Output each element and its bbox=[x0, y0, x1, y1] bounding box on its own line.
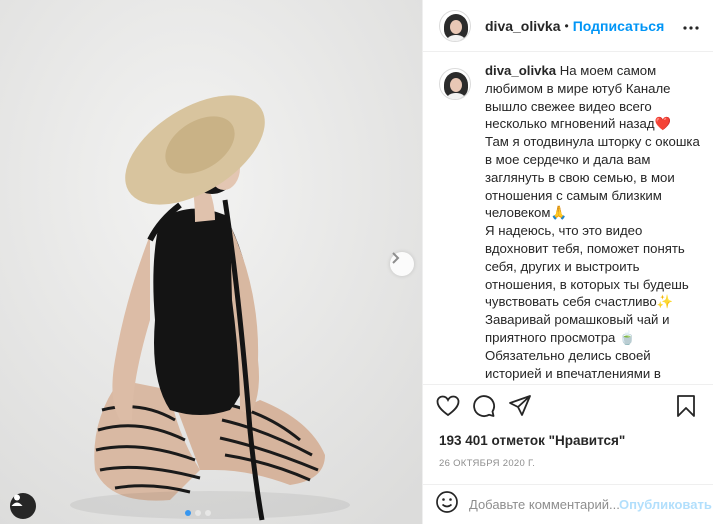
smiley-icon bbox=[435, 490, 459, 519]
carousel-dot bbox=[195, 510, 201, 516]
follow-button[interactable]: Подписаться bbox=[573, 18, 665, 34]
post-side-panel: diva_olivka • Подписаться diva_olivka На… bbox=[422, 0, 713, 524]
post-header: diva_olivka • Подписаться bbox=[423, 0, 713, 52]
likes-count[interactable]: 193 401 отметок "Нравится" bbox=[439, 433, 625, 448]
ellipsis-icon bbox=[683, 17, 699, 35]
heart-icon bbox=[436, 395, 460, 422]
avatar[interactable] bbox=[439, 9, 471, 42]
post-caption: diva_olivka На моем самом любимом в мире… bbox=[439, 62, 709, 382]
comment-button[interactable] bbox=[471, 394, 497, 423]
next-slide-button[interactable] bbox=[390, 252, 414, 276]
comment-icon bbox=[472, 394, 496, 423]
caption-body: На моем самом любимом в мире ютуб Канале… bbox=[485, 63, 700, 381]
username-link[interactable]: diva_olivka bbox=[485, 18, 561, 34]
separator-dot: • bbox=[564, 18, 569, 33]
share-button[interactable] bbox=[507, 394, 533, 423]
action-bar bbox=[423, 384, 713, 432]
carousel-dot bbox=[185, 510, 191, 516]
emoji-button[interactable] bbox=[435, 490, 459, 519]
like-button[interactable] bbox=[435, 395, 461, 422]
tagged-users-button[interactable] bbox=[10, 493, 36, 519]
caption-username[interactable]: diva_olivka bbox=[485, 63, 556, 78]
post-photo[interactable] bbox=[0, 0, 422, 524]
save-button[interactable] bbox=[673, 394, 699, 423]
more-options-button[interactable] bbox=[683, 17, 699, 35]
carousel-indicator bbox=[185, 510, 211, 516]
photo-illustration bbox=[0, 0, 422, 524]
bookmark-icon bbox=[676, 394, 696, 423]
comment-bar: Опубликовать bbox=[423, 484, 713, 524]
post-date[interactable]: 26 ОКТЯБРЯ 2020 Г. bbox=[439, 458, 535, 469]
carousel-dot bbox=[205, 510, 211, 516]
caption-avatar[interactable] bbox=[439, 68, 471, 100]
comment-input[interactable] bbox=[469, 497, 619, 512]
publish-button[interactable]: Опубликовать bbox=[619, 497, 712, 512]
caption-text: diva_olivka На моем самом любимом в мире… bbox=[485, 62, 709, 382]
send-icon bbox=[508, 394, 532, 423]
